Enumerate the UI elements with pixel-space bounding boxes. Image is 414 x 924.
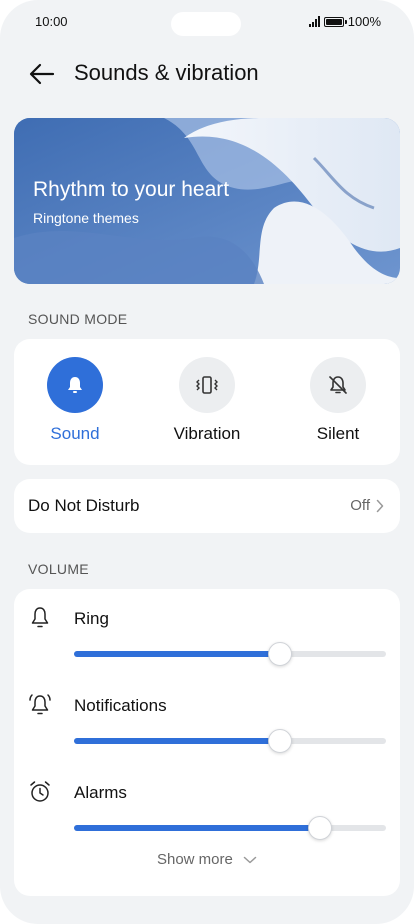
alarm-clock-icon — [30, 781, 50, 802]
notification-bell-icon — [29, 694, 51, 715]
chevron-down-icon — [243, 856, 257, 864]
sound-mode-card: Sound Vibration Silent — [14, 339, 400, 465]
sound-mode-vibration[interactable]: Vibration — [147, 357, 267, 444]
volume-row-ring: Ring — [14, 605, 400, 675]
show-more-button[interactable]: Show more — [14, 851, 400, 868]
do-not-disturb-value: Off — [350, 497, 384, 514]
sound-mode-label-vibration: Vibration — [173, 424, 241, 443]
sound-mode-label-sound: Sound — [50, 424, 100, 443]
vibration-icon — [196, 376, 218, 394]
alarms-volume-slider[interactable] — [74, 816, 386, 840]
ringtone-themes-banner[interactable]: Rhythm to your heart Ringtone themes — [14, 118, 400, 284]
chevron-right-icon — [376, 499, 384, 512]
notifications-slider-thumb[interactable] — [267, 729, 292, 753]
bell-off-icon — [329, 376, 347, 394]
back-button[interactable] — [26, 58, 58, 90]
notifications-slider-fill — [74, 738, 280, 744]
sound-mode-sound[interactable]: Sound — [15, 357, 135, 444]
notifications-label: Notifications — [74, 696, 167, 715]
do-not-disturb-status: Off — [350, 497, 370, 514]
header: Sounds & vibration — [0, 52, 414, 96]
signal-icon — [308, 16, 320, 27]
ring-slider-fill — [74, 651, 280, 657]
banner-title: Rhythm to your heart — [33, 178, 230, 201]
alarms-slider-thumb[interactable] — [308, 816, 333, 840]
volume-card: Ring Notifications Alarms Show more — [14, 589, 400, 896]
battery-percent: 100% — [347, 14, 381, 29]
battery-icon — [323, 16, 347, 27]
ring-label: Ring — [74, 609, 109, 628]
alarms-slider-fill — [74, 825, 321, 831]
page-title: Sounds & vibration — [74, 60, 259, 85]
bell-outline-icon — [31, 607, 49, 628]
volume-row-alarms: Alarms — [14, 779, 400, 849]
status-time: 10:00 — [35, 14, 68, 29]
alarms-label: Alarms — [74, 783, 127, 802]
sound-mode-silent[interactable]: Silent — [278, 357, 398, 444]
bell-icon — [68, 377, 82, 393]
silent-mode-circle — [310, 357, 366, 413]
volume-label: VOLUME — [28, 561, 89, 577]
phone-screen: 10:00 100% Sounds & vibration Rhythm to … — [0, 0, 414, 924]
show-more-label: Show more — [156, 851, 233, 868]
back-arrow-icon — [29, 63, 55, 85]
do-not-disturb-row[interactable]: Do Not Disturb Off — [14, 479, 400, 533]
sound-mode-circle — [47, 357, 103, 413]
vibration-mode-circle — [179, 357, 235, 413]
sound-mode-label: SOUND MODE — [28, 311, 128, 327]
ring-slider-thumb[interactable] — [267, 642, 292, 666]
do-not-disturb-label: Do Not Disturb — [28, 496, 140, 515]
ring-volume-slider[interactable] — [74, 642, 386, 666]
banner-subtitle: Ringtone themes — [33, 210, 139, 226]
notifications-volume-slider[interactable] — [74, 729, 386, 753]
sound-mode-label-silent: Silent — [316, 424, 360, 443]
camera-pill — [171, 12, 241, 36]
volume-row-notifications: Notifications — [14, 692, 400, 762]
status-bar: 10:00 100% — [0, 0, 414, 46]
status-right: 100% — [308, 14, 381, 29]
